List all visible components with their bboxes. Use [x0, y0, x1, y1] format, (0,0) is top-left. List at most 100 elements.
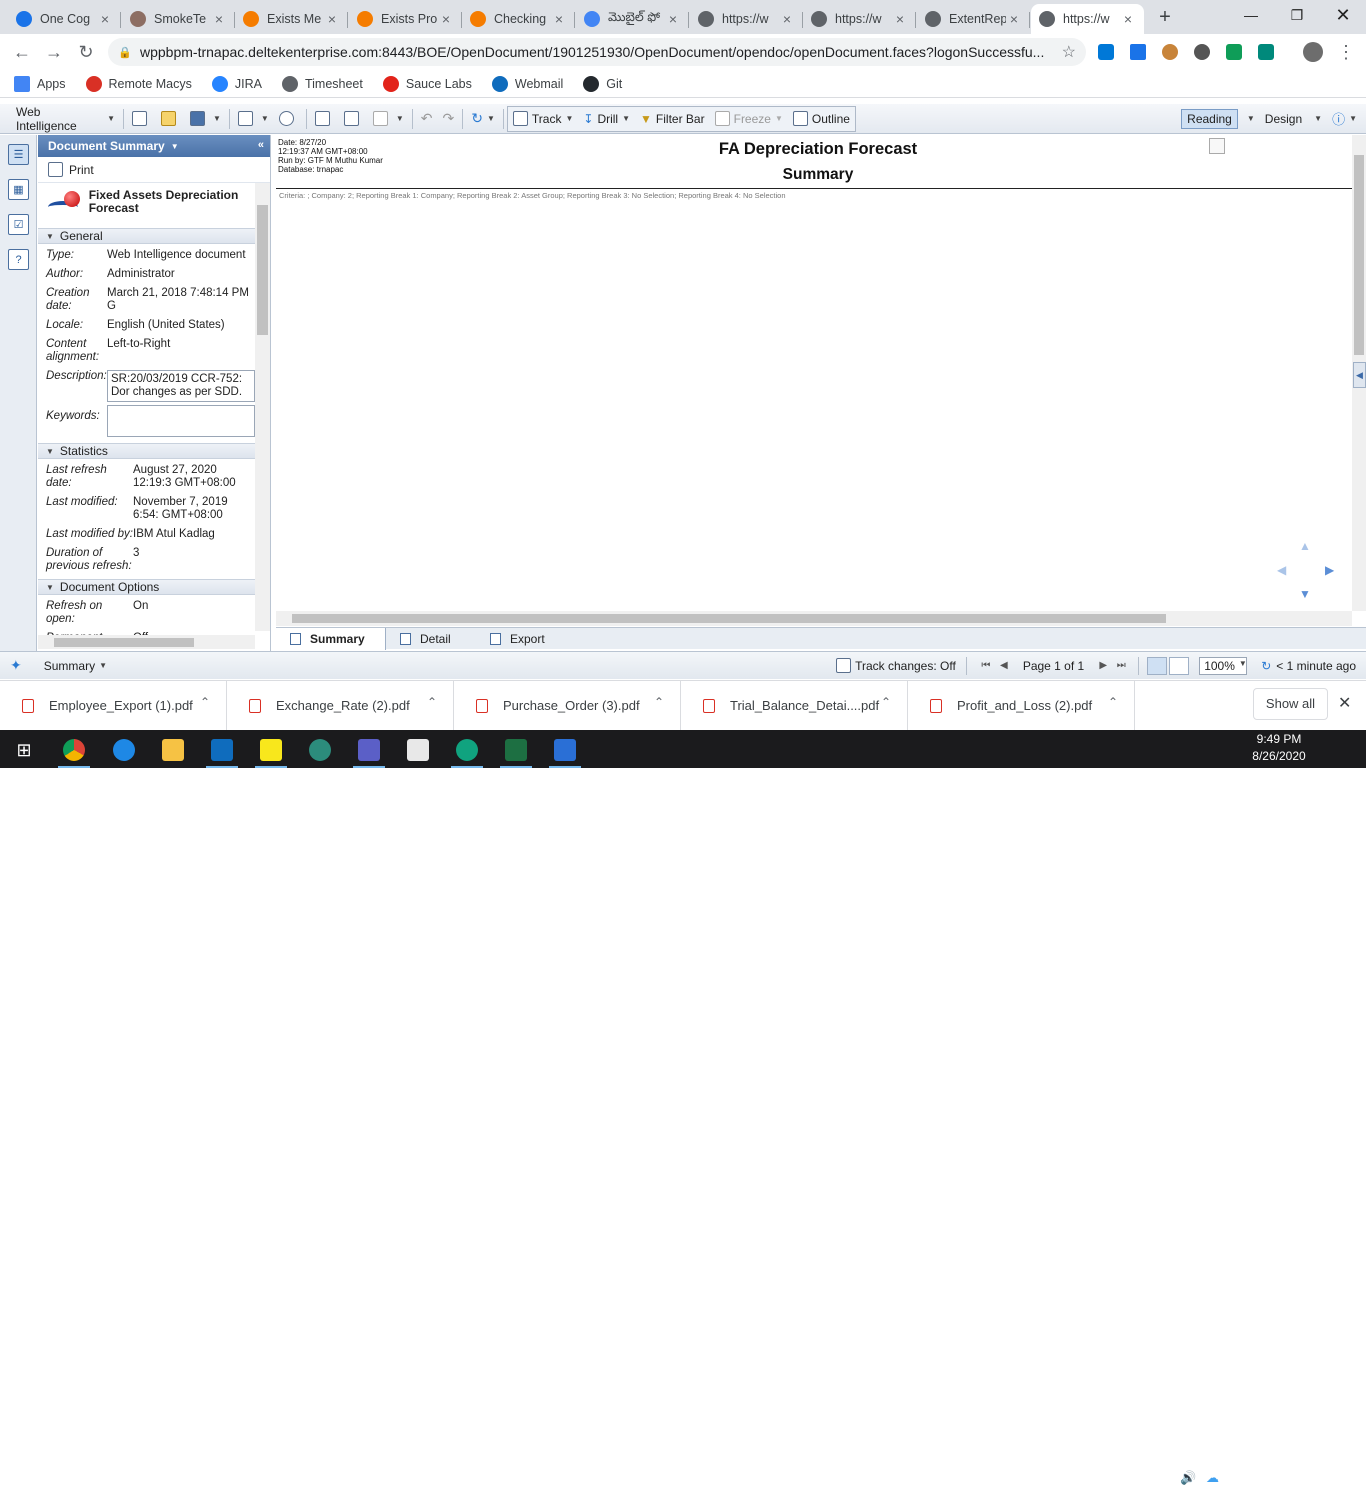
- refresh-button[interactable]: ↻ ▼: [466, 108, 500, 130]
- keywords-field[interactable]: [107, 405, 255, 437]
- report-tab-export[interactable]: Export: [476, 628, 566, 650]
- chevron-up-icon[interactable]: ⌃: [427, 695, 437, 709]
- page-view-button[interactable]: [1169, 656, 1190, 675]
- windows-start-button[interactable]: ⊞: [4, 735, 44, 765]
- undo-button[interactable]: ↶: [416, 108, 438, 130]
- minimize-button[interactable]: —: [1228, 0, 1274, 30]
- collapse-panel-icon[interactable]: «: [258, 139, 264, 151]
- quick-display-view-button[interactable]: [1147, 656, 1168, 675]
- close-tab-icon[interactable]: ×: [324, 11, 340, 27]
- volume-icon[interactable]: 🔊: [1180, 1470, 1196, 1486]
- forward-button[interactable]: →: [42, 40, 66, 64]
- open-button[interactable]: [156, 108, 185, 130]
- download-item[interactable]: Exchange_Rate (2).pdf ⌃: [227, 680, 454, 731]
- report-tab-detail[interactable]: Detail: [386, 628, 476, 650]
- teal-extension-icon[interactable]: [1258, 44, 1274, 60]
- close-tab-icon[interactable]: ×: [97, 11, 113, 27]
- address-bar[interactable]: 🔒 wppbpm-trnapac.deltekenterprise.com:84…: [108, 38, 1086, 66]
- zoom-select[interactable]: 100% ▼: [1199, 656, 1248, 675]
- taskbar-edge[interactable]: [104, 735, 144, 765]
- taskbar-chatgpt-like-app[interactable]: [447, 735, 487, 768]
- browser-tab[interactable]: https://w ×: [690, 4, 803, 34]
- close-window-button[interactable]: ✕: [1320, 0, 1366, 30]
- download-item[interactable]: Purchase_Order (3).pdf ⌃: [454, 680, 681, 731]
- chevron-up-icon[interactable]: ⌃: [200, 695, 210, 709]
- history-button[interactable]: [310, 108, 339, 130]
- new-tab-button[interactable]: +: [1153, 6, 1177, 30]
- download-item[interactable]: Trial_Balance_Detai....pdf ⌃: [681, 680, 908, 731]
- taskbar-outlook[interactable]: [202, 735, 242, 768]
- chevron-up-icon[interactable]: ⌃: [881, 695, 891, 709]
- freeze-button[interactable]: Freeze ▼: [710, 108, 788, 130]
- close-tab-icon[interactable]: ×: [438, 11, 454, 27]
- reading-mode-dropdown[interactable]: ▼: [1238, 108, 1260, 130]
- show-all-downloads-button[interactable]: Show all: [1253, 688, 1328, 720]
- navigation-map-rail-button[interactable]: ▦: [8, 179, 29, 200]
- nav-right-arrow-icon[interactable]: ▶: [1325, 563, 1334, 577]
- back-button[interactable]: ←: [10, 40, 34, 64]
- chrome-menu-icon[interactable]: ⋮: [1334, 40, 1358, 64]
- close-tab-icon[interactable]: ×: [1120, 11, 1136, 27]
- taskbar-file-explorer[interactable]: [153, 735, 193, 765]
- close-tab-icon[interactable]: ×: [892, 11, 908, 27]
- taskbar-clock[interactable]: 9:49 PM 8/26/2020: [1248, 731, 1310, 765]
- download-item[interactable]: Employee_Export (1).pdf ⌃: [0, 680, 227, 731]
- close-downloads-bar-icon[interactable]: ✕: [1338, 693, 1351, 713]
- redo-button[interactable]: ↷: [438, 108, 460, 130]
- email-button[interactable]: ▼: [368, 108, 409, 130]
- browser-tab[interactable]: ExtentRep ×: [917, 4, 1030, 34]
- taskbar-teams[interactable]: [349, 735, 389, 768]
- filter-bar-button[interactable]: ▼ Filter Bar: [635, 108, 710, 130]
- new-document-button[interactable]: [127, 108, 156, 130]
- outline-button[interactable]: Outline: [788, 108, 855, 130]
- sheets-extension-icon[interactable]: [1226, 44, 1242, 60]
- bookmark-remote-macys[interactable]: Remote Macys: [85, 75, 192, 92]
- reload-button[interactable]: ↻: [74, 40, 98, 64]
- chevron-up-icon[interactable]: ⌃: [1108, 695, 1118, 709]
- maximize-button[interactable]: ❐: [1274, 0, 1320, 30]
- close-tab-icon[interactable]: ×: [551, 11, 567, 27]
- panel-title[interactable]: Document Summary: [48, 139, 165, 153]
- general-section-header[interactable]: ▼ General: [38, 228, 270, 244]
- first-page-button[interactable]: ⏮: [977, 660, 995, 671]
- report-selector-label[interactable]: Summary: [44, 659, 95, 673]
- browser-tab[interactable]: Checking ×: [462, 4, 575, 34]
- design-mode-button[interactable]: Design ▼: [1260, 108, 1327, 130]
- previous-page-button[interactable]: ◀: [995, 660, 1013, 671]
- browser-tab[interactable]: https://w ×: [803, 4, 916, 34]
- document-summary-rail-button[interactable]: ☰: [8, 144, 29, 165]
- taskbar-dm-app[interactable]: [545, 735, 585, 768]
- find-button[interactable]: [274, 108, 303, 130]
- save-button[interactable]: ▼: [185, 108, 226, 130]
- bookmark-git[interactable]: Git: [583, 75, 622, 92]
- nav-down-arrow-icon[interactable]: ▼: [1299, 587, 1311, 601]
- expand-right-panel-icon[interactable]: ◀: [1353, 362, 1366, 388]
- bookmark-apps[interactable]: Apps: [14, 75, 66, 92]
- drill-button[interactable]: ↧ Drill ▼: [578, 108, 635, 130]
- nav-left-arrow-icon[interactable]: ◀: [1277, 563, 1286, 577]
- export-button[interactable]: [339, 108, 368, 130]
- taskbar-chrome[interactable]: [54, 735, 94, 768]
- browser-tab[interactable]: One Cog ×: [8, 4, 121, 34]
- document-options-section-header[interactable]: ▼ Document Options: [38, 579, 270, 595]
- taskbar-app-circle[interactable]: [300, 735, 340, 765]
- bookmark-webmail[interactable]: Webmail: [491, 75, 563, 92]
- panel-horizontal-scrollbar[interactable]: [38, 635, 255, 649]
- print-button[interactable]: ▼: [233, 108, 274, 130]
- taskbar-excel[interactable]: [496, 735, 536, 768]
- page-indicator[interactable]: Page 1 of 1: [1023, 659, 1084, 673]
- browser-tab[interactable]: Exists Me ×: [235, 4, 348, 34]
- close-tab-icon[interactable]: ×: [1006, 11, 1022, 27]
- selenium-extension-icon[interactable]: [1130, 44, 1146, 60]
- print-action[interactable]: Print: [38, 157, 270, 183]
- track-button[interactable]: Track ▼: [508, 108, 578, 130]
- network-icon[interactable]: ▘: [1230, 1470, 1240, 1486]
- statistics-section-header[interactable]: ▼ Statistics: [38, 443, 270, 459]
- track-changes-status[interactable]: Track changes: Off: [855, 659, 956, 673]
- last-page-button[interactable]: ⏭: [1112, 660, 1130, 671]
- report-tab-summary[interactable]: Summary: [276, 627, 386, 650]
- report-horizontal-scrollbar[interactable]: [276, 611, 1352, 626]
- bookmark-jira[interactable]: JIRA: [211, 75, 262, 92]
- description-field[interactable]: SR:20/03/2019 CCR-752: Dor changes as pe…: [107, 370, 255, 402]
- taskbar-java[interactable]: [398, 735, 438, 765]
